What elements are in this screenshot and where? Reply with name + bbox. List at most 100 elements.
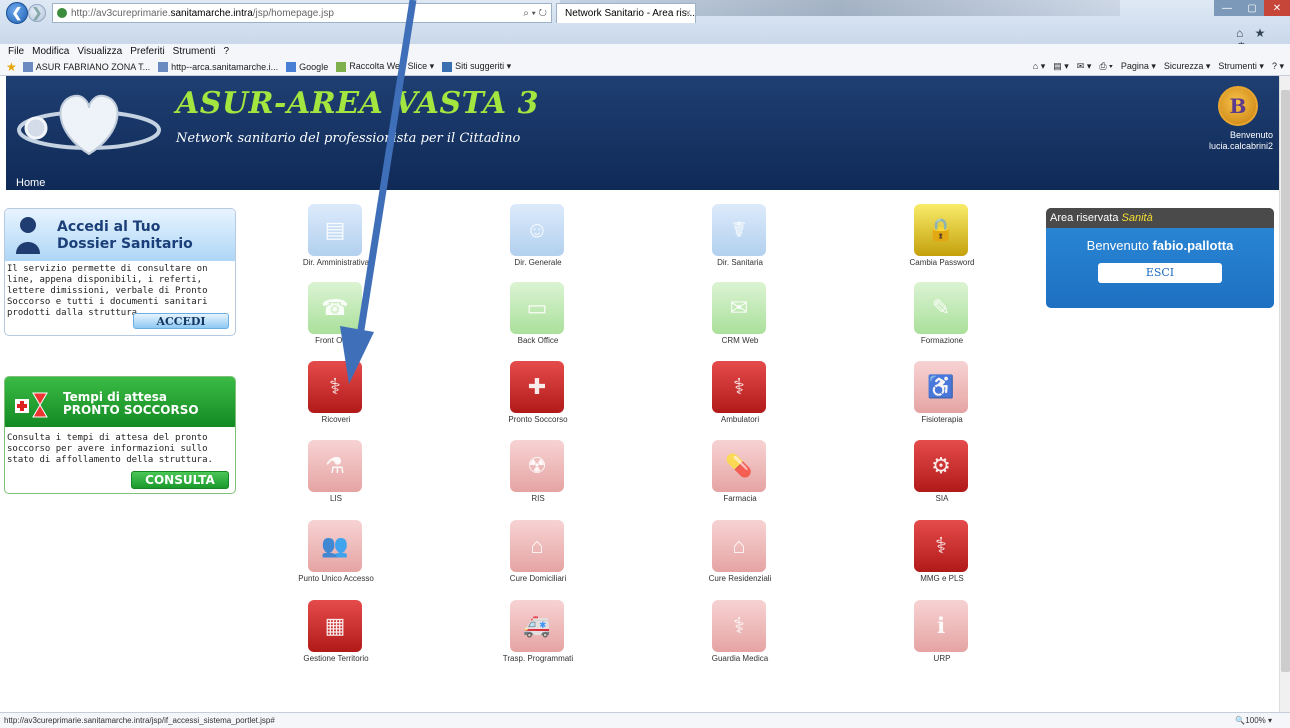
flask-icon[interactable]: ⚗	[308, 440, 362, 492]
window-minimize-button[interactable]: —	[1214, 0, 1240, 16]
app-tile[interactable]: ⚕ Ambulatori	[660, 361, 820, 429]
residence-icon[interactable]: ⌂	[712, 520, 766, 572]
app-label[interactable]: Ambulatori	[660, 415, 820, 424]
nurse-icon[interactable]: ⚕	[712, 600, 766, 652]
command-print[interactable]: ⎙ ▾	[1099, 61, 1112, 72]
app-label[interactable]: Front Office	[256, 336, 416, 345]
app-tile[interactable]: ⚕ Ricoveri	[256, 361, 416, 429]
clinic-icon[interactable]: ⚕	[712, 361, 766, 413]
app-tile[interactable]: ⚕ Guardia Medica	[660, 600, 820, 668]
app-label[interactable]: Dir. Generale	[458, 258, 618, 267]
hospital-staff-icon[interactable]: ⚕	[308, 361, 362, 413]
radiation-icon[interactable]: ☢	[510, 440, 564, 492]
menu-preferiti[interactable]: Preferiti	[130, 46, 164, 57]
app-label[interactable]: Cure Residenziali	[660, 574, 820, 583]
home-link[interactable]: Home	[16, 177, 45, 189]
people-icon[interactable]: 👥	[308, 520, 362, 572]
menu-modifica[interactable]: Modifica	[32, 46, 69, 57]
menu-file[interactable]: File	[8, 46, 24, 57]
ambulance-icon[interactable]: 🚑	[510, 600, 564, 652]
back-button[interactable]: ❮	[6, 2, 28, 24]
app-tile[interactable]: ☤ Dir. Sanitaria	[660, 204, 820, 272]
app-tile[interactable]: ⚙ SIA	[862, 440, 1022, 508]
command-sicurezza[interactable]: Sicurezza ▾	[1164, 61, 1211, 72]
menu-visualizza[interactable]: Visualizza	[77, 46, 122, 57]
menu-help[interactable]: ?	[223, 46, 229, 57]
app-tile[interactable]: ☢ RIS	[458, 440, 618, 508]
app-label[interactable]: MMG e PLS	[862, 574, 1022, 583]
monitor-icon[interactable]: ▭	[510, 282, 564, 334]
app-tile[interactable]: 👥 Punto Unico Accesso	[256, 520, 416, 588]
app-tile[interactable]: ♿ Fisioterapia	[862, 361, 1022, 429]
padlock-icon[interactable]: 🔒	[914, 204, 968, 256]
app-label[interactable]: URP	[862, 654, 1022, 663]
app-label[interactable]: RIS	[458, 494, 618, 503]
vertical-scrollbar[interactable]	[1279, 76, 1290, 712]
app-tile[interactable]: 💊 Farmacia	[660, 440, 820, 508]
app-label[interactable]: Dir. Amministrativa	[256, 258, 416, 267]
app-label[interactable]: Dir. Sanitaria	[660, 258, 820, 267]
app-label[interactable]: Cambia Password	[862, 258, 1022, 267]
favorite-link[interactable]: Raccolta Web Slice ▾	[336, 61, 434, 72]
app-tile[interactable]: ▤ Dir. Amministrativa	[256, 204, 416, 272]
app-tile[interactable]: ✉ CRM Web	[660, 282, 820, 350]
app-label[interactable]: LIS	[256, 494, 416, 503]
home-care-icon[interactable]: ⌂	[510, 520, 564, 572]
app-label[interactable]: Pronto Soccorso	[458, 415, 618, 424]
physiotherapy-icon[interactable]: ♿	[914, 361, 968, 413]
favorite-link[interactable]: Siti suggeriti ▾	[442, 61, 511, 72]
doctor-icon[interactable]: ☤	[712, 204, 766, 256]
tab-close-icon[interactable]: ×	[685, 8, 691, 19]
app-label[interactable]: Gestione Territorio	[256, 654, 416, 663]
app-tile[interactable]: ⌂ Cure Residenziali	[660, 520, 820, 588]
app-label[interactable]: Ricoveri	[256, 415, 416, 424]
pill-icon[interactable]: 💊	[712, 440, 766, 492]
app-tile[interactable]: 🚑 Trasp. Programmati	[458, 600, 618, 668]
consulta-button[interactable]: CONSULTA	[131, 471, 229, 489]
favorite-link[interactable]: Google	[286, 61, 328, 72]
chat-icon[interactable]: ✉	[712, 282, 766, 334]
app-label[interactable]: Trasp. Programmati	[458, 654, 618, 663]
app-label[interactable]: Farmacia	[660, 494, 820, 503]
physician-icon[interactable]: ⚕	[914, 520, 968, 572]
pencil-icon[interactable]: ✎	[914, 282, 968, 334]
receptionist-icon[interactable]: ☎	[308, 282, 362, 334]
favorites-star-icon[interactable]: ★	[6, 60, 17, 74]
address-bar[interactable]: http://av3cureprimarie. sanitamarche.intr…	[52, 3, 552, 23]
command-help[interactable]: ? ▾	[1272, 61, 1284, 72]
app-tile[interactable]: ✎ Formazione	[862, 282, 1022, 350]
accedi-button[interactable]: ACCEDI	[133, 313, 229, 329]
manager-icon[interactable]: ☺	[510, 204, 564, 256]
app-tile[interactable]: ☺ Dir. Generale	[458, 204, 618, 272]
app-tile[interactable]: ⚗ LIS	[256, 440, 416, 508]
info-icon[interactable]: ℹ	[914, 600, 968, 652]
command-home[interactable]: ⌂ ▾	[1033, 61, 1045, 72]
zoom-control[interactable]: 🔍100% ▾	[1235, 713, 1272, 728]
app-tile[interactable]: ☎ Front Office	[256, 282, 416, 350]
territory-icon[interactable]: ▦	[308, 600, 362, 652]
app-label[interactable]: Punto Unico Accesso	[256, 574, 416, 583]
command-strumenti[interactable]: Strumenti ▾	[1218, 61, 1264, 72]
app-label[interactable]: Back Office	[458, 336, 618, 345]
address-search-refresh-icons[interactable]: ⌕ ▾ ↻	[523, 8, 547, 19]
menu-strumenti[interactable]: Strumenti	[173, 46, 216, 57]
folders-icon[interactable]: ▤	[308, 204, 362, 256]
app-label[interactable]: CRM Web	[660, 336, 820, 345]
command-pagina[interactable]: Pagina ▾	[1121, 61, 1156, 72]
app-label[interactable]: Fisioterapia	[862, 415, 1022, 424]
forward-button[interactable]: ❯	[28, 4, 46, 22]
app-tile[interactable]: ℹ URP	[862, 600, 1022, 668]
app-label[interactable]: Formazione	[862, 336, 1022, 345]
app-tile[interactable]: ▦ Gestione Territorio	[256, 600, 416, 668]
app-tile[interactable]: ▭ Back Office	[458, 282, 618, 350]
app-tile[interactable]: ⌂ Cure Domiciliari	[458, 520, 618, 588]
app-label[interactable]: Guardia Medica	[660, 654, 820, 663]
window-maximize-button[interactable]: ▢	[1240, 0, 1264, 16]
app-label[interactable]: SIA	[862, 494, 1022, 503]
app-tile[interactable]: ⚕ MMG e PLS	[862, 520, 1022, 588]
first-aid-kit-icon[interactable]: ✚	[510, 361, 564, 413]
esci-button[interactable]: ESCI	[1098, 263, 1222, 283]
browser-tab[interactable]: Network Sanitario - Area ris... ×	[556, 3, 696, 23]
command-mail[interactable]: ✉ ▾	[1077, 61, 1092, 72]
gears-icon[interactable]: ⚙	[914, 440, 968, 492]
